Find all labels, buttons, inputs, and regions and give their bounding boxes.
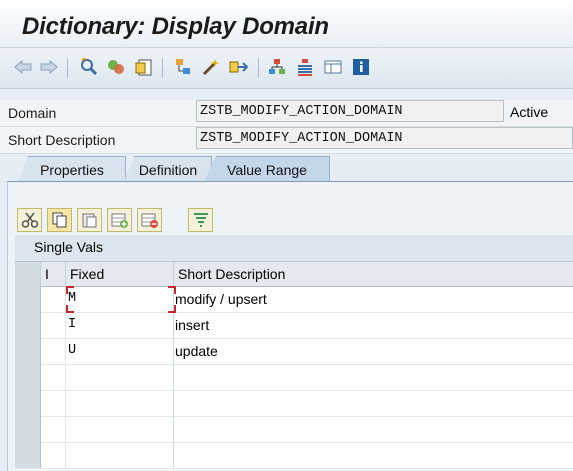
forward-icon[interactable] [38,56,60,78]
cell-description[interactable] [174,390,573,416]
cell-fixed[interactable]: M [66,286,174,312]
table-row[interactable] [15,416,573,443]
domain-row: Domain ZSTB_MODIFY_ACTION_DOMAIN [0,100,573,127]
status-text: Active [510,104,549,120]
cell-i[interactable] [41,416,66,442]
column-header-fixed[interactable]: Fixed [66,262,174,286]
cell-fixed[interactable]: I [66,312,174,338]
column-header-short-description[interactable]: Short Description [174,262,573,286]
row-selector[interactable] [15,286,41,312]
row-selector[interactable] [15,364,41,390]
cell-description[interactable]: insert [174,312,573,338]
cell-description[interactable] [174,416,573,442]
cell-description[interactable]: update [174,338,573,364]
table-row[interactable] [15,442,573,469]
display-change-icon[interactable] [105,56,127,78]
copy-icon[interactable] [47,208,72,232]
cell-i[interactable] [41,442,66,468]
cell-i[interactable] [41,390,66,416]
toolbar-separator [67,58,68,78]
cell-description[interactable] [174,364,573,390]
other-object-icon[interactable] [78,56,100,78]
tab-value-range[interactable]: Value Range [204,156,330,182]
cell-fixed[interactable] [66,442,174,468]
table-row[interactable]: U update [15,338,573,365]
cut-icon[interactable] [17,208,42,232]
cell-fixed[interactable]: U [66,338,174,364]
table-header: I Fixed Short Description [15,262,573,287]
row-selector[interactable] [15,442,41,468]
activate-icon[interactable] [200,56,222,78]
short-description-field[interactable]: ZSTB_MODIFY_ACTION_DOMAIN [196,127,573,149]
row-selector[interactable] [15,338,41,364]
tab-properties[interactable]: Properties [18,156,126,182]
single-values-section-title: Single Vals [15,235,573,262]
back-icon[interactable] [12,56,34,78]
tab-strip: Properties Definition Value Range [0,154,573,182]
cell-description[interactable] [174,442,573,468]
row-selector[interactable] [15,416,41,442]
insert-row-icon[interactable] [107,208,132,232]
hierarchy-icon[interactable] [172,56,194,78]
column-header-i[interactable]: I [41,262,66,286]
navigation-window-icon[interactable] [322,56,344,78]
info-icon[interactable] [350,56,372,78]
cell-i[interactable] [41,286,66,312]
cell-i[interactable] [41,364,66,390]
select-all-cell[interactable] [15,262,41,286]
table-row[interactable] [15,364,573,391]
table-row[interactable]: I insert [15,312,573,339]
short-description-label: Short Description [8,132,116,148]
title-bar: Dictionary: Display Domain [0,0,573,48]
cell-fixed[interactable] [66,390,174,416]
page-title: Dictionary: Display Domain [22,13,329,40]
single-values-table: I Fixed Short Description M modify / ups… [15,262,573,470]
cell-i[interactable] [41,312,66,338]
table-row[interactable] [15,390,573,417]
row-selector[interactable] [15,312,41,338]
tab-label: Value Range [227,162,307,178]
object-switch-icon[interactable] [133,56,155,78]
application-toolbar [0,48,573,89]
row-selector[interactable] [15,390,41,416]
cell-fixed[interactable] [66,416,174,442]
table-row[interactable]: M modify / upsert [15,286,573,313]
domain-label: Domain [8,105,57,121]
filter-icon[interactable] [188,208,213,232]
cell-fixed[interactable] [66,364,174,390]
tab-label: Definition [138,162,198,178]
section-title: Single Vals [34,239,104,255]
where-used-icon[interactable] [228,56,250,78]
tab-definition[interactable]: Definition [124,156,212,182]
domain-field[interactable]: ZSTB_MODIFY_ACTION_DOMAIN [196,100,504,122]
toolbar-separator [162,58,163,78]
cell-i[interactable] [41,338,66,364]
object-list-icon[interactable] [266,56,288,78]
cell-description[interactable]: modify / upsert [174,286,573,312]
short-description-row: Short Description ZSTB_MODIFY_ACTION_DOM… [0,127,573,154]
toolbar-separator [258,58,259,78]
paste-icon[interactable] [77,208,102,232]
display-object-list-icon[interactable] [294,56,316,78]
tab-label: Properties [40,162,104,178]
delete-row-icon[interactable] [137,208,162,232]
